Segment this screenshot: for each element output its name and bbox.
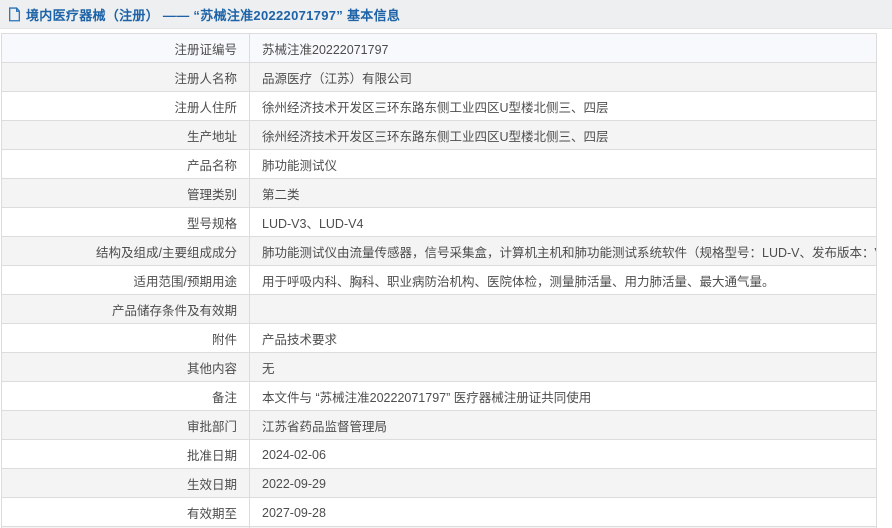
table-row: 批准日期2024-02-06 bbox=[2, 440, 877, 469]
table-row: 型号规格LUD-V3、LUD-V4 bbox=[2, 208, 877, 237]
table-row: 适用范围/预期用途用于呼吸内科、胸科、职业病防治机构、医院体检，测量肺活量、用力… bbox=[2, 266, 877, 295]
table-row: 生产地址徐州经济技术开发区三环东路东侧工业四区U型楼北侧三、四层 bbox=[2, 121, 877, 150]
table-row: 产品储存条件及有效期 bbox=[2, 295, 877, 324]
row-value: 用于呼吸内科、胸科、职业病防治机构、医院体检，测量肺活量、用力肺活量、最大通气量… bbox=[250, 266, 877, 295]
row-label: 备注 bbox=[2, 382, 250, 411]
table-row: 备注本文件与 “苏械注准20222071797” 医疗器械注册证共同使用 bbox=[2, 382, 877, 411]
header-bar: 境内医疗器械（注册） —— “苏械注准20222071797” 基本信息 bbox=[0, 0, 892, 29]
row-label: 其他内容 bbox=[2, 353, 250, 382]
row-label: 注册人住所 bbox=[2, 92, 250, 121]
row-value: 徐州经济技术开发区三环东路东侧工业四区U型楼北侧三、四层 bbox=[250, 92, 877, 121]
row-value: 肺功能测试仪 bbox=[250, 150, 877, 179]
table-row: 结构及组成/主要组成成分肺功能测试仪由流量传感器，信号采集盒，计算机主机和肺功能… bbox=[2, 237, 877, 266]
row-value: 2027-09-28 bbox=[250, 498, 877, 527]
table-row: 注册人住所徐州经济技术开发区三环东路东侧工业四区U型楼北侧三、四层 bbox=[2, 92, 877, 121]
row-value: 江苏省药品监督管理局 bbox=[250, 411, 877, 440]
table-row: 注册证编号苏械注准20222071797 bbox=[2, 34, 877, 63]
row-value: 产品技术要求 bbox=[250, 324, 877, 353]
info-table: 注册证编号苏械注准20222071797注册人名称品源医疗（江苏）有限公司注册人… bbox=[1, 33, 877, 528]
row-value bbox=[250, 295, 877, 324]
row-value: 第二类 bbox=[250, 179, 877, 208]
table-row: 有效期至2027-09-28 bbox=[2, 498, 877, 527]
table-row: 注册人名称品源医疗（江苏）有限公司 bbox=[2, 63, 877, 92]
row-label: 结构及组成/主要组成成分 bbox=[2, 237, 250, 266]
row-label: 型号规格 bbox=[2, 208, 250, 237]
row-label: 产品名称 bbox=[2, 150, 250, 179]
table-row: 附件产品技术要求 bbox=[2, 324, 877, 353]
row-label: 注册证编号 bbox=[2, 34, 250, 63]
row-value: 品源医疗（江苏）有限公司 bbox=[250, 63, 877, 92]
row-value: 2024-02-06 bbox=[250, 440, 877, 469]
table-row: 审批部门江苏省药品监督管理局 bbox=[2, 411, 877, 440]
row-label: 生产地址 bbox=[2, 121, 250, 150]
table-row: 管理类别第二类 bbox=[2, 179, 877, 208]
row-value: 无 bbox=[250, 353, 877, 382]
row-value: 2022-09-29 bbox=[250, 469, 877, 498]
table-row: 产品名称肺功能测试仪 bbox=[2, 150, 877, 179]
row-value: 徐州经济技术开发区三环东路东侧工业四区U型楼北侧三、四层 bbox=[250, 121, 877, 150]
table-row: 生效日期2022-09-29 bbox=[2, 469, 877, 498]
row-value: 本文件与 “苏械注准20222071797” 医疗器械注册证共同使用 bbox=[250, 382, 877, 411]
row-value: 苏械注准20222071797 bbox=[250, 34, 877, 63]
table-row: 其他内容无 bbox=[2, 353, 877, 382]
row-label: 批准日期 bbox=[2, 440, 250, 469]
document-icon bbox=[8, 7, 21, 22]
row-label: 产品储存条件及有效期 bbox=[2, 295, 250, 324]
row-label: 审批部门 bbox=[2, 411, 250, 440]
row-value: 肺功能测试仪由流量传感器，信号采集盒，计算机主机和肺功能测试系统软件（规格型号：… bbox=[250, 237, 877, 266]
row-label: 管理类别 bbox=[2, 179, 250, 208]
row-label: 注册人名称 bbox=[2, 63, 250, 92]
page: 境内医疗器械（注册） —— “苏械注准20222071797” 基本信息 注册证… bbox=[0, 0, 892, 528]
page-title: 境内医疗器械（注册） —— “苏械注准20222071797” 基本信息 bbox=[26, 5, 400, 24]
row-value: LUD-V3、LUD-V4 bbox=[250, 208, 877, 237]
row-label: 适用范围/预期用途 bbox=[2, 266, 250, 295]
row-label: 生效日期 bbox=[2, 469, 250, 498]
row-label: 附件 bbox=[2, 324, 250, 353]
row-label: 有效期至 bbox=[2, 498, 250, 527]
